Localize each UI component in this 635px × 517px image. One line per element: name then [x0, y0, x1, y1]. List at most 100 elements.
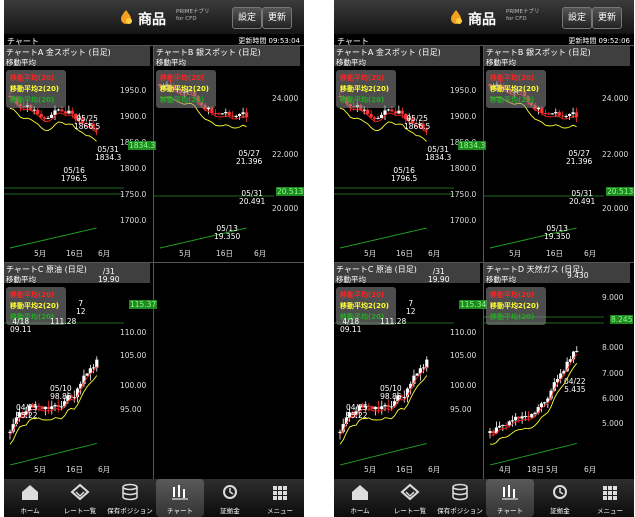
- price-annotation: 05/31 1834.3: [425, 145, 452, 162]
- candle-body: [517, 416, 521, 419]
- candle-body: [564, 115, 568, 117]
- candle-body: [561, 115, 565, 117]
- home-icon: [22, 485, 38, 500]
- chart-header: チャートB 銀スポット (日足) 移動平均: [154, 46, 300, 67]
- chart-panel[interactable]: チャートC 原油 (日足) 移動平均 移動平均(20) 移動平均2(20) 移動平均(2…: [334, 263, 483, 479]
- nav-item[interactable]: ホーム: [6, 479, 54, 517]
- candle-body: [507, 421, 511, 426]
- legend-item: 移動平均(20): [340, 74, 385, 82]
- candle-body: [227, 112, 231, 116]
- price-annotation: 111.28: [380, 317, 407, 326]
- price-annotation: 7 12: [406, 299, 416, 316]
- x-tick-label: 6月: [254, 249, 267, 258]
- legend-item: 移動平均(20): [160, 96, 205, 104]
- y-tick-label: 1900.0: [120, 112, 147, 121]
- app-title: 商品: [468, 12, 496, 28]
- candle-body: [366, 109, 370, 114]
- candle-body: [501, 425, 505, 427]
- legend-item: 移動平均2(20): [10, 302, 60, 310]
- phone-screen-left: 商品 PRIMEナブリ for CFD 設定 更新 チャート 更新時間 09:53:04 チャ…: [4, 0, 304, 517]
- nav-item[interactable]: 証拠金: [206, 479, 254, 517]
- bottom-nav: ホーム レート一覧 保有ポジション チャート 証拠金 メニュー: [4, 479, 304, 517]
- candle-body: [376, 406, 381, 410]
- legend-item: 移動平均(20): [490, 291, 535, 299]
- candle-body: [550, 113, 554, 115]
- menu-icon: [603, 486, 617, 500]
- refresh-button[interactable]: 更新: [592, 7, 622, 29]
- nav-item[interactable]: レート一覧: [56, 479, 104, 517]
- x-tick-label: 6月: [428, 465, 441, 474]
- nav-label: レート一覧: [393, 507, 427, 515]
- candle-body: [241, 112, 245, 115]
- candle-body: [238, 114, 242, 116]
- price-annotation: 9.430: [567, 271, 589, 280]
- product-logo-line2: for CFD: [176, 16, 197, 22]
- nav-item[interactable]: 証拠金: [536, 479, 584, 517]
- y-tick-label: 5.000: [602, 419, 624, 428]
- product-logo-line2: for CFD: [506, 16, 527, 22]
- price-annotation: 05/16 1796.5: [391, 166, 418, 183]
- moving-average-line: [489, 353, 578, 436]
- candle-body: [43, 117, 47, 119]
- candle-body: [46, 406, 51, 410]
- price-annotation: 05/25 1866.5: [404, 114, 431, 131]
- legend-item: 移動平均2(20): [490, 302, 540, 310]
- nav-item[interactable]: チャート: [486, 479, 534, 517]
- nav-label: チャート: [497, 507, 523, 515]
- y-tick-label: 110.00: [120, 328, 147, 337]
- nav-item[interactable]: メニュー: [586, 479, 634, 517]
- candle-body: [498, 425, 502, 428]
- chart-header: チャートD 天然ガス (日足) 移動平均: [484, 263, 630, 284]
- candle-body: [380, 406, 384, 410]
- indicator-legend: 移動平均(20) 移動平均2(20) 移動平均(20): [336, 70, 396, 108]
- legend-item: 移動平均2(20): [160, 85, 210, 93]
- y-tick-label: 1750.0: [450, 190, 477, 199]
- candle-body: [32, 109, 36, 111]
- candle-body: [425, 359, 429, 368]
- nav-item[interactable]: 保有ポジション: [106, 479, 154, 517]
- y-tick-label: 7.000: [602, 369, 624, 378]
- candle-body: [526, 416, 531, 418]
- legend-item: 移動平均(20): [340, 96, 385, 104]
- price-annotation: 05/27 21.396: [566, 149, 593, 166]
- nav-item[interactable]: チャート: [156, 479, 204, 517]
- nav-item[interactable]: レート一覧: [386, 479, 434, 517]
- chart-header: チャートC 原油 (日足) 移動平均: [4, 263, 150, 284]
- chart-panel[interactable]: チャートA 金スポット (日足) 移動平均 移動平均(20) 移動平均2(20) 移動平…: [334, 46, 483, 262]
- indicator-legend: 移動平均(20) 移動平均2(20) 移動平均(20): [6, 70, 66, 108]
- nav-label: メニュー: [267, 507, 293, 515]
- candle-body: [70, 110, 74, 114]
- positions-icon: [452, 483, 468, 501]
- home-icon: [352, 485, 368, 500]
- indicator-name: 移動平均: [156, 58, 186, 67]
- menu-icon: [273, 486, 287, 500]
- settings-button[interactable]: 設定: [232, 7, 262, 29]
- refresh-button[interactable]: 更新: [262, 7, 292, 29]
- nav-item[interactable]: メニュー: [256, 479, 304, 517]
- y-tick-label: 1950.0: [120, 86, 147, 95]
- price-annotation: 04/25 95.22: [346, 403, 368, 420]
- candle-body: [234, 115, 238, 117]
- empty-chart-panel[interactable]: [154, 263, 303, 479]
- settings-button[interactable]: 設定: [562, 7, 592, 29]
- price-annotation: 05/31 20.491: [239, 189, 266, 206]
- price-annotation: 05/16 1796.5: [61, 166, 88, 183]
- price-annotation: 05/31 20.491: [569, 189, 596, 206]
- price-annotation: 05/13 19.350: [544, 224, 571, 241]
- x-tick-label: 6月: [428, 249, 441, 258]
- nav-item[interactable]: ホーム: [336, 479, 384, 517]
- nav-item[interactable]: 保有ポジション: [436, 479, 484, 517]
- y-tick-label: 1800.0: [120, 164, 147, 173]
- candle-body: [543, 113, 547, 115]
- positions-icon: [122, 483, 138, 501]
- chart-panel[interactable]: チャートC 原油 (日足) 移動平均 移動平均(20) 移動平均2(20) 移動平均(2…: [4, 263, 153, 479]
- y-tick-label: 24.000: [272, 94, 299, 103]
- nav-label: メニュー: [597, 507, 623, 515]
- chart-panel[interactable]: チャートA 金スポット (日足) 移動平均 移動平均(20) 移動平均2(20) 移動平…: [4, 46, 153, 262]
- candle-body: [383, 405, 387, 407]
- price-annotation: 05/25 1866.5: [74, 114, 101, 131]
- candle-body: [400, 110, 404, 114]
- candle-body: [376, 118, 380, 120]
- x-tick-label: 5月: [179, 249, 192, 258]
- candle-body: [488, 431, 492, 433]
